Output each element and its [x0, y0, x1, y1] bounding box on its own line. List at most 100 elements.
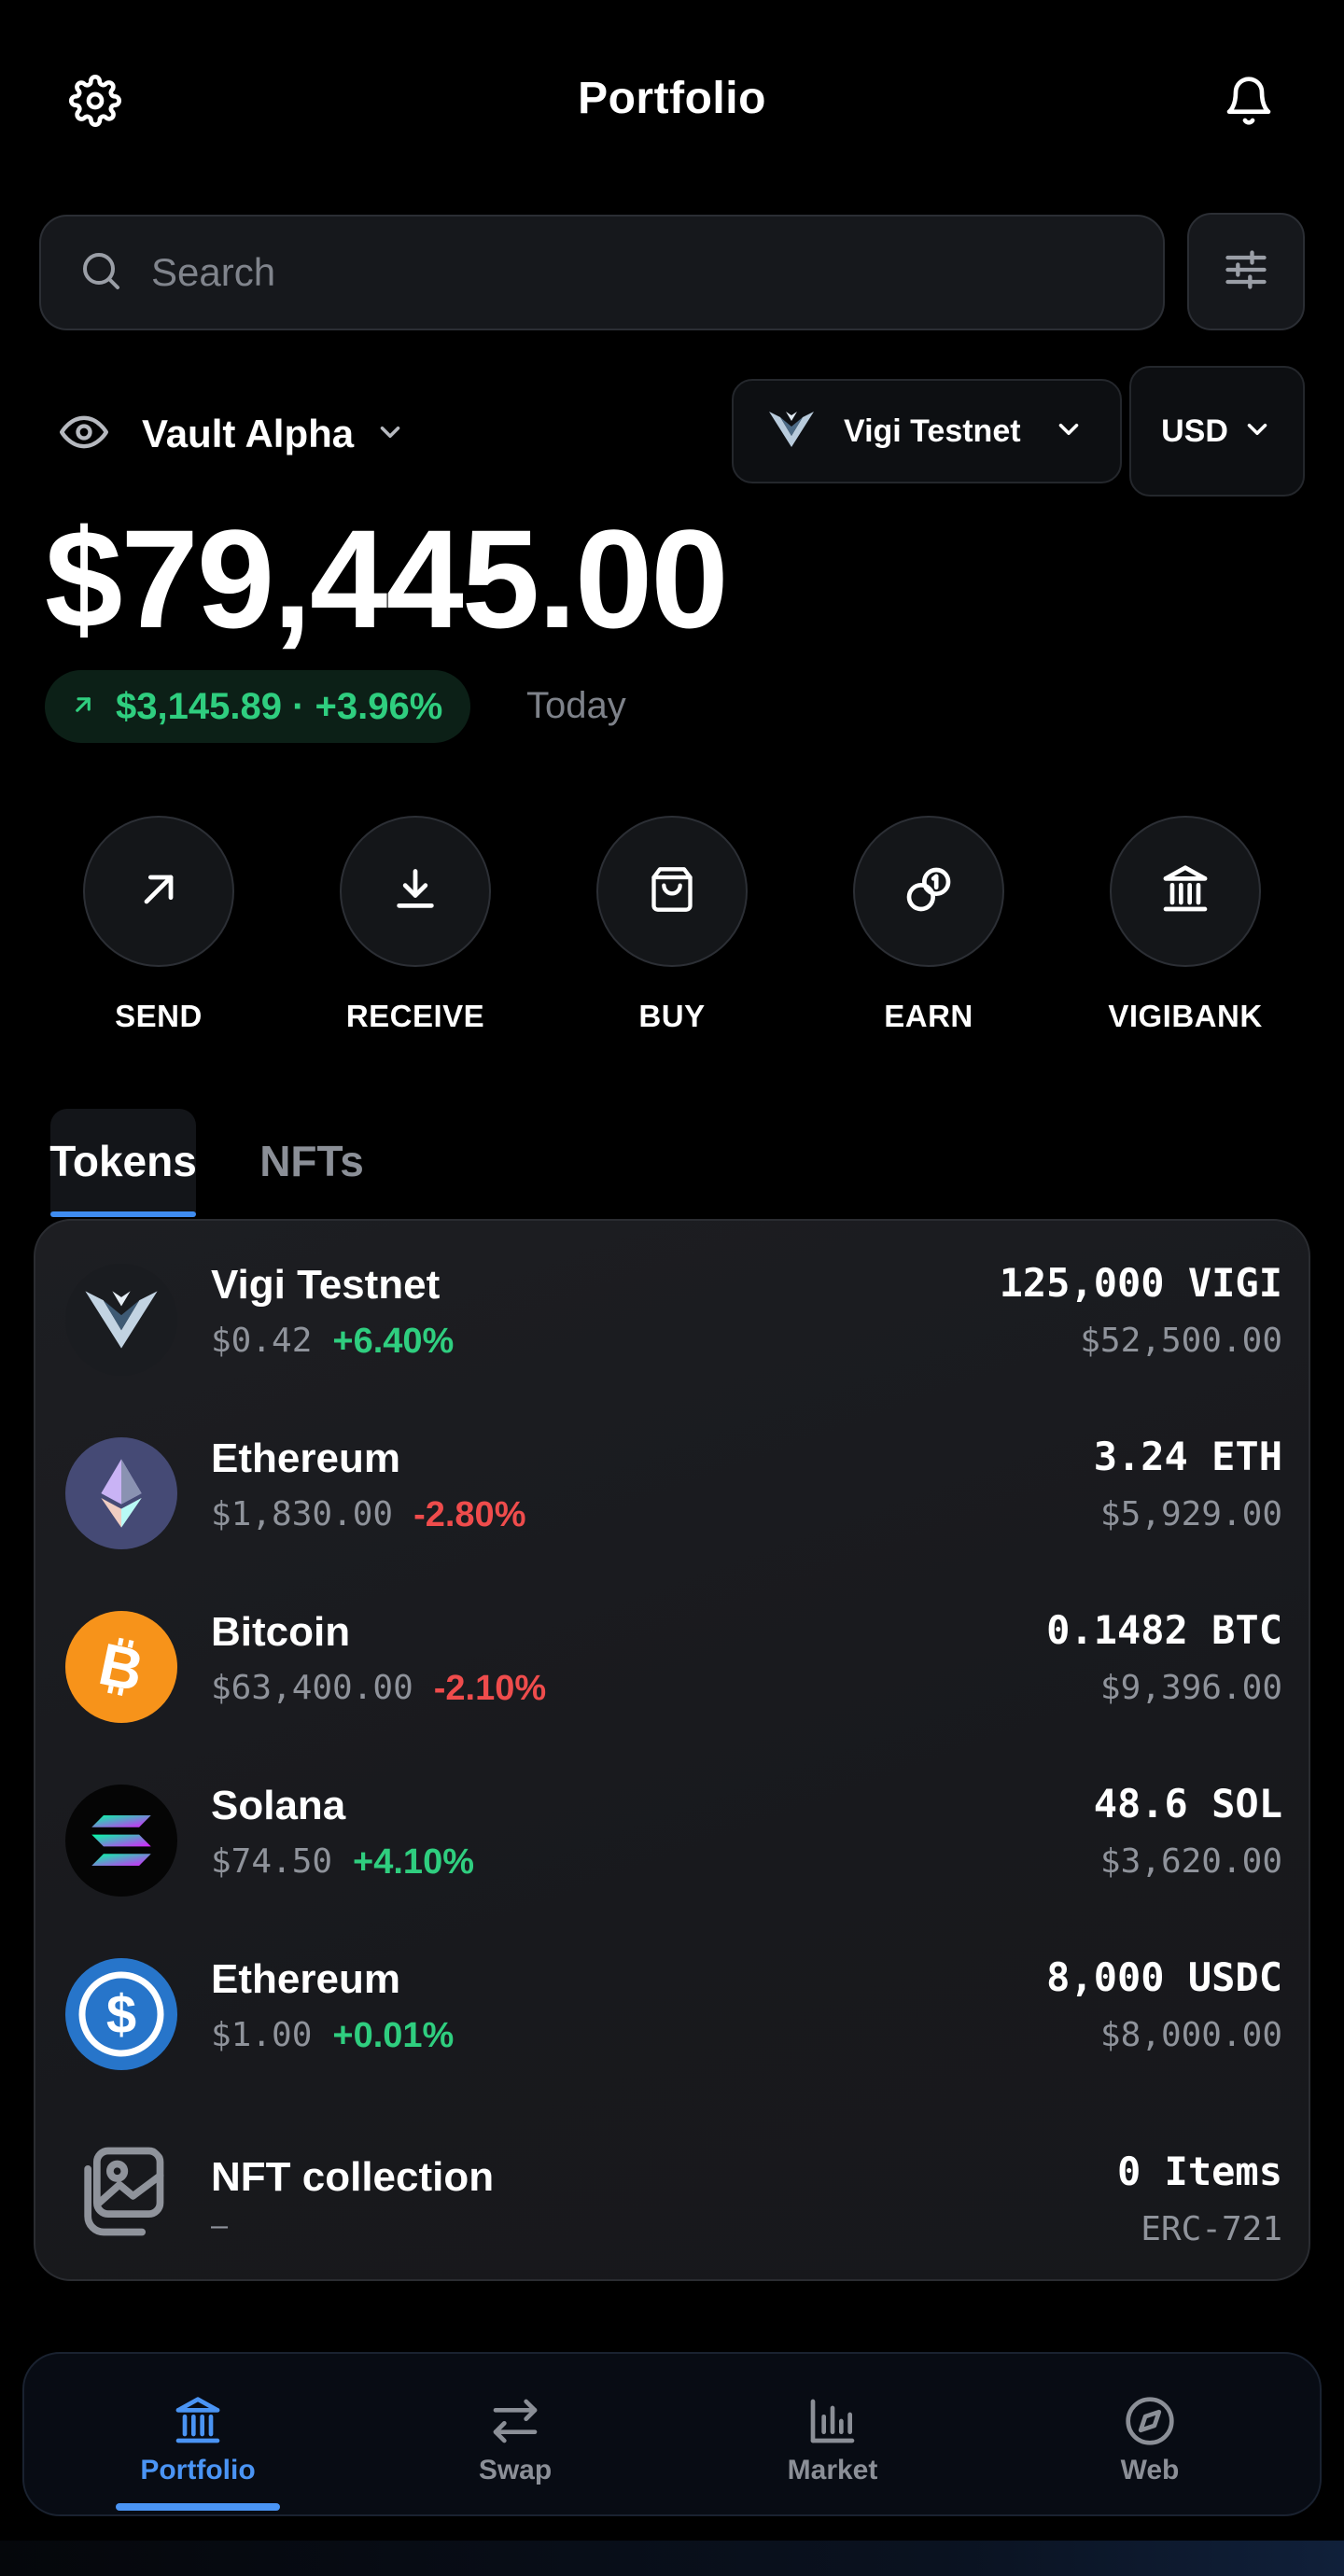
- token-price: $1.00: [211, 2016, 313, 2054]
- vigi-logo-icon: [65, 1264, 177, 1376]
- bitcoin-icon: B: [65, 1611, 177, 1723]
- chevron-down-icon: [374, 416, 406, 453]
- token-price-line: $1.00 +0.01%: [211, 2016, 454, 2056]
- token-value: $5,929.00: [1099, 1495, 1282, 1533]
- token-list: Vigi Testnet $0.42 +6.40% 125,000 VIGI $…: [34, 1219, 1310, 2281]
- send-label: SEND: [115, 999, 203, 1033]
- network-label: Vigi Testnet: [844, 413, 1021, 449]
- token-row-usdc[interactable]: $ Ethereum $1.00 +0.01% 8,000 USDC $8,00…: [35, 1915, 1312, 2089]
- network-selector[interactable]: Vigi Testnet: [732, 379, 1122, 483]
- filter-button[interactable]: [1187, 213, 1305, 330]
- usdc-icon: $: [65, 1958, 177, 2070]
- token-price-line: $0.42 +6.40%: [211, 1322, 454, 1362]
- token-amount: 0 Items: [1116, 2149, 1282, 2194]
- token-row-btc[interactable]: B Bitcoin $63,400.00 -2.10% 0.1482 BTC $…: [35, 1568, 1312, 1742]
- currency-label: USD: [1161, 413, 1228, 449]
- token-row-vigi[interactable]: Vigi Testnet $0.42 +6.40% 125,000 VIGI $…: [35, 1221, 1312, 1394]
- send-circle[interactable]: [83, 816, 234, 967]
- search-input[interactable]: [151, 250, 1085, 295]
- compass-icon: [1124, 2393, 1176, 2449]
- token-value: $3,620.00: [1099, 1842, 1282, 1881]
- total-balance: $79,445.00: [45, 500, 729, 657]
- chevron-down-icon: [1053, 413, 1085, 450]
- svg-text:$: $: [106, 1984, 136, 2045]
- receive-button[interactable]: RECEIVE: [313, 816, 518, 1034]
- token-price-line: $74.50 +4.10%: [211, 1842, 474, 1883]
- wallet-selector[interactable]: Vault Alpha: [60, 401, 406, 467]
- token-change: +0.01%: [332, 2016, 455, 2055]
- token-amount: 8,000 USDC: [1046, 1954, 1282, 2000]
- nav-label: Market: [787, 2455, 878, 2485]
- token-name: NFT collection: [211, 2154, 495, 2200]
- token-amount: 0.1482 BTC: [1046, 1607, 1282, 1653]
- ethereum-icon: [65, 1437, 177, 1549]
- token-price-line: $63,400.00 -2.10%: [211, 1669, 546, 1709]
- balance-period: Today: [526, 685, 626, 726]
- token-price: —: [211, 2210, 229, 2243]
- token-value: ERC-721: [1141, 2210, 1282, 2248]
- tab-nfts[interactable]: NFTs: [252, 1109, 371, 1213]
- token-price-line: —: [211, 2210, 228, 2243]
- vigi-logo-icon: [767, 408, 816, 455]
- search-bar[interactable]: [39, 215, 1165, 330]
- currency-selector[interactable]: USD: [1129, 366, 1305, 497]
- bank-icon: [1159, 863, 1211, 920]
- token-name: Solana: [211, 1783, 346, 1828]
- nav-label: Portfolio: [140, 2455, 256, 2485]
- coins-icon: [903, 863, 955, 920]
- solana-icon: [65, 1785, 177, 1897]
- shopping-bag-icon: [648, 865, 696, 918]
- vigibank-circle[interactable]: [1110, 816, 1261, 967]
- earn-label: EARN: [884, 999, 973, 1033]
- bell-icon[interactable]: [1211, 63, 1286, 138]
- nav-web[interactable]: Web: [1047, 2354, 1253, 2518]
- app-header: Portfolio: [0, 0, 1344, 202]
- page-title: Portfolio: [578, 74, 766, 123]
- sliders-icon: [1222, 245, 1270, 299]
- buy-circle[interactable]: [596, 816, 748, 967]
- token-change: -2.80%: [413, 1495, 526, 1534]
- swap-icon: [489, 2393, 541, 2449]
- balance-change-badge: $3,145.89 · +3.96%: [45, 670, 471, 743]
- token-change: +4.10%: [353, 1842, 474, 1882]
- token-price: $0.42: [211, 1322, 313, 1360]
- image-gallery-icon: [63, 2135, 175, 2247]
- nav-market[interactable]: Market: [730, 2354, 935, 2518]
- token-amount: 3.24 ETH: [1093, 1434, 1282, 1479]
- token-value: $9,396.00: [1099, 1669, 1282, 1707]
- token-value: $8,000.00: [1099, 2016, 1282, 2054]
- eye-icon[interactable]: [60, 408, 108, 461]
- token-row-eth[interactable]: Ethereum $1,830.00 -2.80% 3.24 ETH $5,92…: [35, 1394, 1312, 1568]
- earn-circle[interactable]: [853, 816, 1004, 967]
- send-button[interactable]: SEND: [56, 816, 261, 1034]
- buy-button[interactable]: BUY: [569, 816, 775, 1034]
- home-indicator-strip: [0, 2541, 1344, 2576]
- token-name: Ethereum: [211, 1435, 400, 1481]
- arrow-up-right-icon: [69, 686, 97, 728]
- vigibank-button[interactable]: VIGIBANK: [1083, 816, 1288, 1034]
- bar-chart-icon: [806, 2393, 859, 2449]
- token-value: $52,500.00: [1080, 1322, 1282, 1360]
- nav-label: Swap: [478, 2455, 553, 2485]
- nav-label: Web: [1120, 2455, 1180, 2485]
- token-name: Ethereum: [211, 1956, 400, 2002]
- token-change: -2.10%: [433, 1669, 547, 1708]
- download-icon: [391, 865, 440, 918]
- nav-portfolio[interactable]: Portfolio: [95, 2354, 301, 2518]
- balance-change-text: $3,145.89 · +3.96%: [116, 685, 443, 727]
- receive-circle[interactable]: [340, 816, 491, 967]
- token-row-sol[interactable]: Solana $74.50 +4.10% 48.6 SOL $3,620.00: [35, 1742, 1312, 1915]
- vigibank-label: VIGIBANK: [1108, 999, 1263, 1033]
- token-price-line: $1,830.00 -2.80%: [211, 1495, 525, 1535]
- nav-active-indicator: [116, 2503, 280, 2511]
- tab-tokens[interactable]: Tokens: [49, 1109, 197, 1217]
- nav-swap[interactable]: Swap: [413, 2354, 618, 2518]
- chevron-down-icon: [1241, 413, 1273, 450]
- token-amount: 48.6 SOL: [1093, 1781, 1282, 1827]
- token-row-nft[interactable]: NFT collection — 0 Items ERC-721: [35, 2089, 1312, 2262]
- earn-button[interactable]: EARN: [826, 816, 1031, 1034]
- buy-label: BUY: [638, 999, 706, 1033]
- arrow-up-right-icon: [134, 865, 183, 918]
- bank-icon: [172, 2393, 224, 2449]
- token-price: $74.50: [211, 1842, 333, 1881]
